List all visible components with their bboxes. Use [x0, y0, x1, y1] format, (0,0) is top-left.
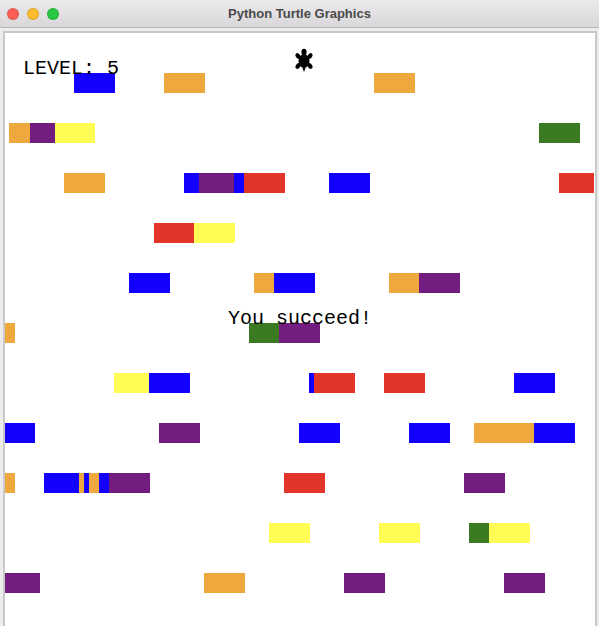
car	[489, 523, 530, 543]
car	[55, 123, 95, 143]
close-button[interactable]	[7, 8, 19, 20]
car	[254, 273, 274, 293]
zoom-button[interactable]	[47, 8, 59, 20]
car	[299, 423, 340, 443]
car	[539, 123, 580, 143]
car	[274, 273, 315, 293]
car	[244, 173, 285, 193]
car	[504, 573, 545, 593]
car	[269, 523, 310, 543]
window-title: Python Turtle Graphics	[228, 6, 371, 21]
car	[534, 423, 575, 443]
game-canvas[interactable]: LEVEL: 5 You succeed!	[3, 31, 597, 626]
result-message: You succeed!	[5, 307, 595, 331]
car	[5, 323, 15, 343]
car	[194, 223, 235, 243]
car	[234, 173, 244, 193]
level-label: LEVEL: 5	[23, 57, 119, 81]
minimize-button[interactable]	[27, 8, 39, 20]
car	[419, 273, 460, 293]
car	[384, 373, 425, 393]
car	[514, 373, 555, 393]
car	[30, 123, 55, 143]
car	[99, 473, 109, 493]
car	[64, 173, 105, 193]
title-bar: Python Turtle Graphics	[0, 0, 599, 28]
car	[409, 423, 450, 443]
window-body: LEVEL: 5 You succeed!	[0, 28, 599, 626]
car	[464, 473, 505, 493]
car	[559, 173, 594, 193]
car	[5, 473, 15, 493]
turtle-window: Python Turtle Graphics LEVEL: 5 You succee…	[0, 0, 599, 626]
car	[114, 373, 149, 393]
car	[9, 123, 30, 143]
car	[5, 423, 35, 443]
car	[474, 423, 534, 443]
car	[164, 73, 205, 93]
car	[109, 473, 150, 493]
car	[379, 523, 420, 543]
car	[129, 273, 170, 293]
car	[149, 373, 190, 393]
car	[154, 223, 194, 243]
car	[5, 573, 40, 593]
car	[184, 173, 199, 193]
car	[284, 473, 325, 493]
car	[204, 573, 245, 593]
car	[314, 373, 355, 393]
car	[159, 423, 200, 443]
car	[374, 73, 415, 93]
car	[389, 273, 419, 293]
car	[199, 173, 234, 193]
car	[329, 173, 370, 193]
car	[44, 473, 79, 493]
window-controls	[7, 8, 59, 20]
car	[89, 473, 99, 493]
turtle-icon[interactable]	[294, 48, 314, 72]
car	[469, 523, 489, 543]
car	[344, 573, 385, 593]
